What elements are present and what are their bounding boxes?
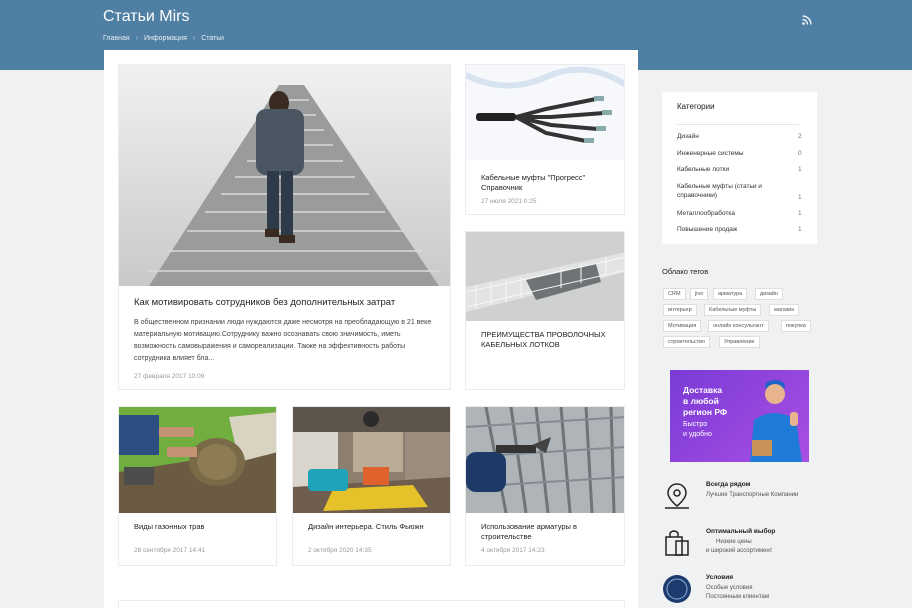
feature-item: Условия Особые условия Постоянным клиент…: [660, 574, 830, 606]
tag-link[interactable]: магазин: [769, 304, 800, 316]
shopping-bags-icon: [665, 530, 689, 556]
category-count: 1: [798, 210, 802, 217]
breadcrumb-current: Статьи: [201, 35, 224, 42]
article-image-interior[interactable]: [293, 407, 450, 513]
tag-link[interactable]: покупка: [781, 320, 811, 332]
article-image-lawn[interactable]: [119, 407, 276, 513]
article-title[interactable]: Кабельные муфты "Прогресс" Справочник: [481, 173, 616, 193]
tag-link[interactable]: CRM: [663, 288, 686, 300]
tags-title: Облако тегов: [662, 267, 709, 276]
article-title[interactable]: ПРЕИМУЩЕСТВА ПРОВОЛОЧНЫХ КАБЕЛЬНЫХ ЛОТКО…: [481, 330, 621, 350]
article-card[interactable]: Виды газонных трав 28 сентября 2017 14:4…: [118, 406, 277, 566]
article-image-cable[interactable]: [466, 65, 624, 160]
tag-link[interactable]: арматура: [713, 288, 748, 300]
feature-subtitle: Лучшие Транспортные Компании: [706, 492, 799, 498]
category-link[interactable]: Кабельные лотки: [677, 166, 802, 173]
breadcrumb: Главная › Информация › Статьи: [103, 35, 224, 42]
article-date: 2 октября 2020 14:35: [308, 547, 372, 554]
feature-title: Оптимальный выбор: [706, 528, 776, 535]
category-count: 1: [798, 166, 802, 173]
breadcrumb-info[interactable]: Информация: [144, 35, 187, 42]
article-card[interactable]: Дизайн интерьера. Стиль Фьюжн 2 октября …: [292, 406, 451, 566]
article-date: 27 февраля 2017 10:09: [134, 373, 205, 380]
rss-icon[interactable]: [802, 15, 812, 25]
feature-title: Условия: [706, 574, 734, 581]
tag-link[interactable]: онлайн консультант: [708, 320, 769, 332]
category-count: 0: [798, 150, 802, 157]
category-link[interactable]: Инженерные системы: [677, 150, 802, 157]
breadcrumb-home[interactable]: Главная: [103, 35, 130, 42]
page-title: Статьи Mirs: [103, 8, 190, 25]
article-card[interactable]: Использование арматуры в строительстве 4…: [465, 406, 625, 566]
categories-title: Категории: [677, 102, 715, 111]
article-title[interactable]: Дизайн интерьера. Стиль Фьюжн: [308, 522, 443, 532]
article-title[interactable]: Использование арматуры в строительстве: [481, 522, 616, 542]
banner-headline: Доставка в любой регион РФ: [683, 385, 728, 417]
feature-item: Всегда рядом Лучшие Транспортные Компани…: [660, 481, 830, 513]
breadcrumb-separator: ›: [135, 35, 138, 42]
article-image-stairs[interactable]: [119, 65, 450, 286]
tag-link[interactable]: jivo: [690, 288, 709, 300]
feature-title: Всегда рядом: [706, 481, 751, 488]
category-count: 1: [798, 194, 802, 201]
article-card[interactable]: Кабельные муфты "Прогресс" Справочник 27…: [465, 64, 625, 215]
feature-item: Оптимальный выбор Низкие цены и широкий …: [660, 528, 830, 560]
article-card[interactable]: [118, 600, 625, 608]
article-title[interactable]: Виды газонных трав: [134, 522, 269, 532]
article-card[interactable]: Как мотивировать сотрудников без дополни…: [118, 64, 451, 390]
tag-link[interactable]: Кабельные муфты: [704, 304, 762, 316]
conditions-badge-icon: [663, 575, 691, 603]
article-card[interactable]: ПРЕИМУЩЕСТВА ПРОВОЛОЧНЫХ КАБЕЛЬНЫХ ЛОТКО…: [465, 231, 625, 390]
categories-panel: Категории Дизайн 2 Инженерные системы 0 …: [662, 92, 817, 244]
tag-link[interactable]: интерьер: [663, 304, 697, 316]
article-date: 28 сентября 2017 14:41: [134, 547, 206, 554]
feature-subtitle: Особые условия Постоянным клиентам: [706, 585, 769, 600]
feature-subtitle: Низкие цены и широкий ассортимент: [706, 539, 773, 554]
article-title[interactable]: Как мотивировать сотрудников без дополни…: [134, 297, 434, 309]
category-link[interactable]: Кабельные муфты (статьи и справочники): [677, 182, 777, 200]
article-excerpt: В общественном признании люди нуждаются …: [134, 319, 432, 362]
tag-link[interactable]: Мотивация: [663, 320, 702, 332]
tag-link[interactable]: Управление: [719, 336, 760, 348]
article-image-cable-trays[interactable]: [466, 232, 624, 321]
map-pin-icon: [665, 483, 689, 509]
category-count: 2: [798, 133, 802, 140]
category-count: 1: [798, 226, 802, 233]
article-date: 27 июля 2021 0:25: [481, 198, 537, 205]
courier-figure: [750, 380, 802, 462]
category-link[interactable]: Повышение продаж: [677, 226, 802, 233]
tag-link[interactable]: дизайн: [755, 288, 783, 300]
breadcrumb-separator: ›: [192, 35, 196, 42]
article-image-rebar[interactable]: [466, 407, 624, 513]
divider: [677, 124, 799, 125]
tag-link[interactable]: строительство: [663, 336, 711, 348]
category-link[interactable]: Дизайн: [677, 133, 802, 140]
delivery-banner[interactable]: Доставка в любой регион РФ Быстро и удоб…: [670, 370, 809, 462]
banner-subline: Быстро и удобно: [683, 421, 712, 438]
category-link[interactable]: Металлообработка: [677, 210, 802, 217]
article-date: 4 октября 2017 14:23: [481, 547, 545, 554]
